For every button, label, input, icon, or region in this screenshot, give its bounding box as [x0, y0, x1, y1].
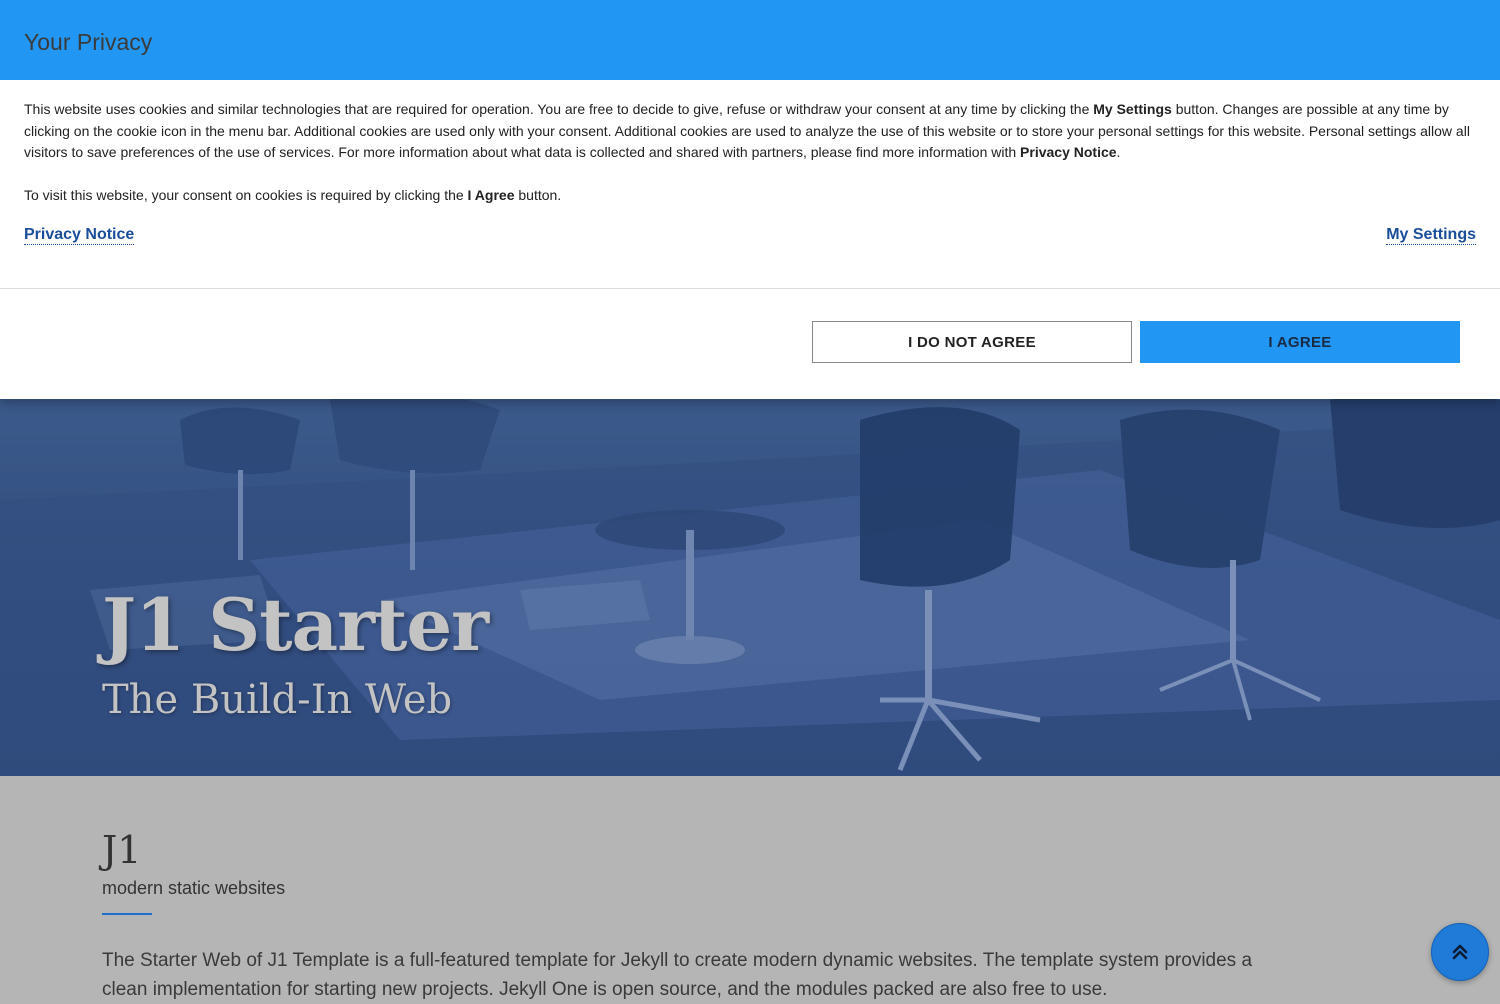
heading-divider: [102, 913, 152, 915]
section-heading: J1: [102, 828, 142, 872]
consent-text: This website uses cookies and similar te…: [24, 101, 1094, 117]
scroll-to-top-button[interactable]: [1431, 923, 1489, 981]
modal-title: Your Privacy: [24, 29, 153, 55]
my-settings-link[interactable]: My Settings: [1386, 225, 1476, 245]
consent-text: .: [1116, 144, 1121, 160]
modal-footer: I DO NOT AGREE I AGREE: [0, 289, 1500, 399]
privacy-consent-modal: Your Privacy This website uses cookies a…: [0, 0, 1500, 399]
section-tagline: modern static websites: [102, 878, 286, 898]
disagree-button[interactable]: I DO NOT AGREE: [812, 321, 1132, 363]
double-chevron-up-icon: [1452, 944, 1468, 960]
consent-text-strong: I Agree: [467, 187, 515, 203]
consent-description: This website uses cookies and similar te…: [24, 99, 1474, 164]
agree-button[interactable]: I AGREE: [1140, 321, 1460, 363]
consent-text: To visit this website, your consent on c…: [24, 187, 468, 203]
consent-text-strong: Privacy Notice: [1020, 144, 1117, 160]
consent-text-strong: My Settings: [1093, 101, 1172, 117]
hero-title: J1 Starter: [102, 582, 489, 667]
privacy-notice-link[interactable]: Privacy Notice: [24, 225, 135, 245]
consent-text: button.: [514, 187, 562, 203]
modal-body: This website uses cookies and similar te…: [0, 80, 1500, 289]
consent-requirement: To visit this website, your consent on c…: [24, 185, 1474, 207]
hero-subtitle: The Build-In Web: [102, 677, 453, 723]
modal-header: Your Privacy: [0, 0, 1500, 80]
intro-paragraph: The Starter Web of J1 Template is a full…: [102, 950, 1253, 1000]
